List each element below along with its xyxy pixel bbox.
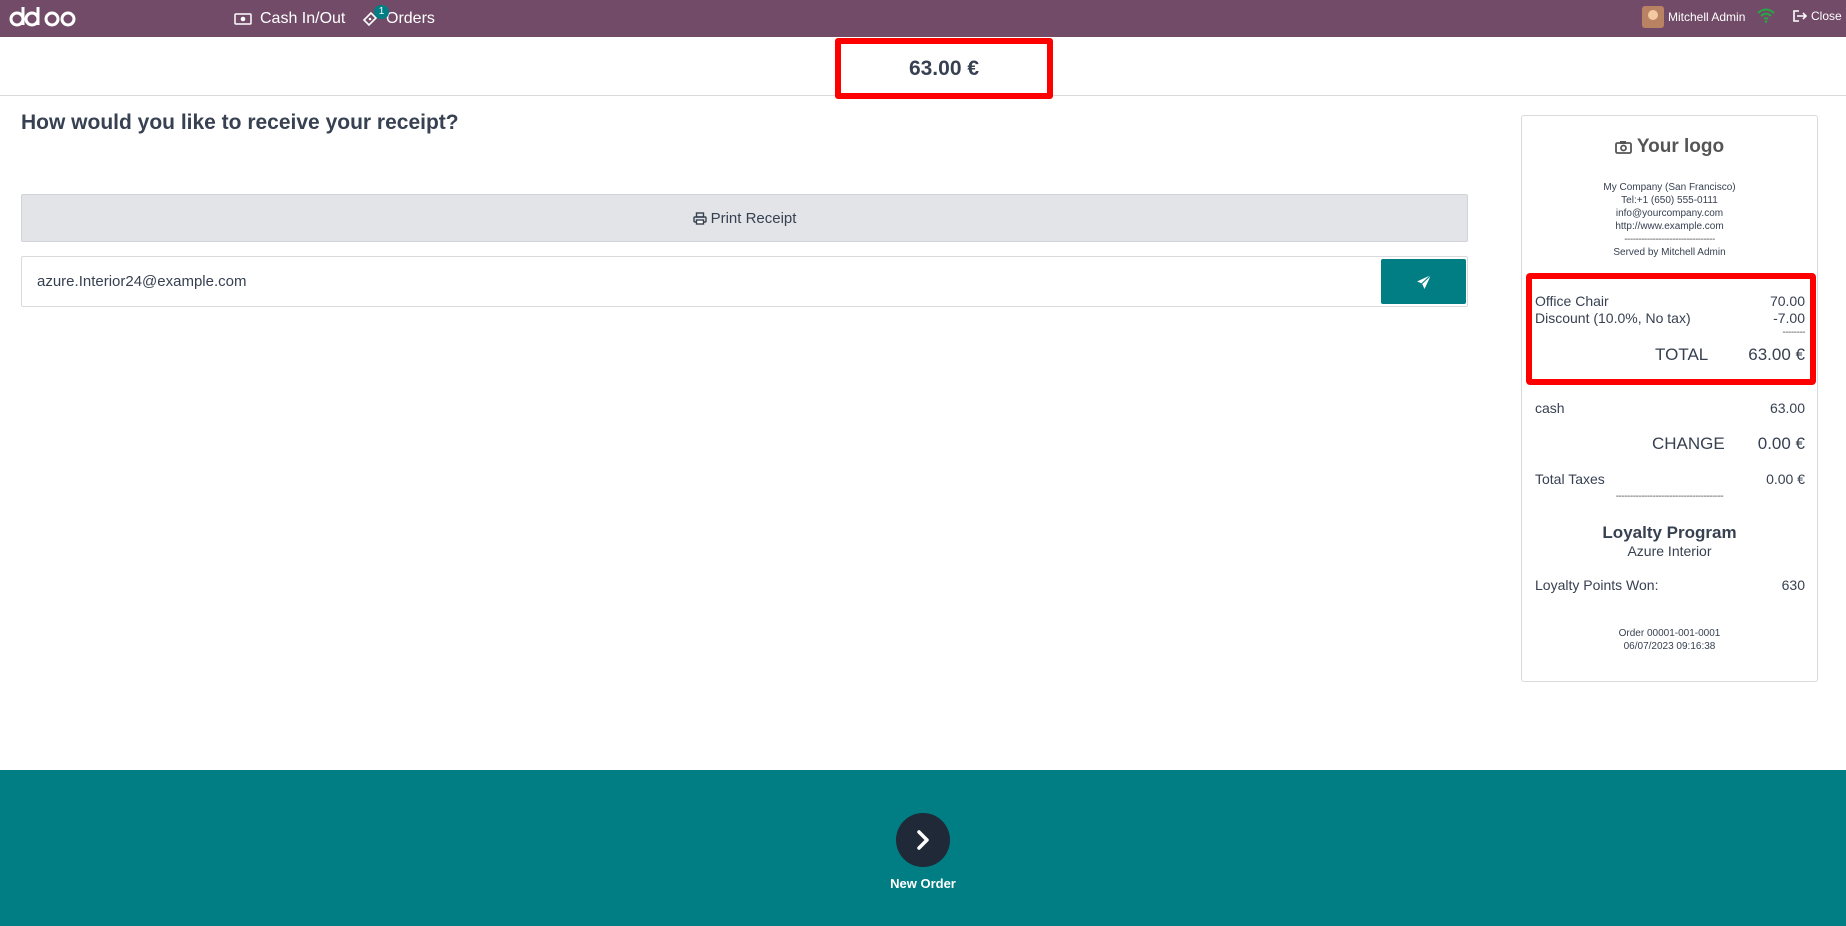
payment-row: cash 63.00 bbox=[1535, 400, 1805, 416]
new-order-label: New Order bbox=[890, 876, 956, 891]
taxes-value: 0.00 € bbox=[1766, 471, 1805, 487]
close-label: Close bbox=[1811, 9, 1842, 23]
chevron-right-icon bbox=[917, 830, 929, 850]
money-icon bbox=[234, 12, 252, 25]
order-total-amount: 63.00 € bbox=[835, 38, 1053, 99]
orders-button[interactable]: 1 Orders bbox=[362, 0, 435, 37]
company-tel: Tel:+1 (650) 555-0111 bbox=[1621, 195, 1718, 206]
change-label: CHANGE bbox=[1652, 434, 1725, 453]
served-by: Served by Mitchell Admin bbox=[1613, 247, 1726, 258]
order-lines-highlight bbox=[1526, 273, 1816, 385]
avatar bbox=[1642, 6, 1664, 28]
taxes-label: Total Taxes bbox=[1535, 471, 1605, 487]
receipt-question: How would you like to receive your recei… bbox=[21, 111, 459, 134]
orders-count-badge: 1 bbox=[374, 5, 389, 19]
print-receipt-button[interactable]: Print Receipt bbox=[21, 194, 1468, 242]
taxes-row: Total Taxes 0.00 € bbox=[1535, 471, 1805, 487]
loyalty-points-label: Loyalty Points Won: bbox=[1535, 577, 1659, 593]
company-email: info@yourcompany.com bbox=[1615, 208, 1724, 219]
change-value: 0.00 € bbox=[1757, 434, 1805, 453]
wifi-icon bbox=[1757, 8, 1775, 23]
company-name: My Company (San Francisco) bbox=[1603, 182, 1736, 193]
payment-method: cash bbox=[1535, 400, 1565, 416]
orders-label: Orders bbox=[386, 9, 435, 27]
order-date: 06/07/2023 09:16:38 bbox=[1623, 641, 1716, 652]
receipt-logo: Your logo bbox=[1522, 136, 1817, 158]
close-button[interactable]: Close bbox=[1793, 0, 1842, 32]
print-icon bbox=[692, 211, 707, 225]
loyalty-points-row: Loyalty Points Won: 630 bbox=[1535, 577, 1805, 593]
top-navbar: Cash In/Out 1 Orders Mitchell Admin Clos… bbox=[0, 0, 1846, 37]
receipt-preview: Your logo My Company (San Francisco) Tel… bbox=[1521, 115, 1818, 682]
camera-icon bbox=[1614, 140, 1632, 154]
company-website: http://www.example.com bbox=[1615, 221, 1724, 232]
loyalty-customer: Azure Interior bbox=[1627, 543, 1712, 559]
receipt-logo-text: Your logo bbox=[1636, 136, 1725, 157]
loyalty-title: Loyalty Program bbox=[1602, 523, 1737, 542]
paper-plane-icon bbox=[1416, 274, 1431, 289]
new-order-button[interactable] bbox=[896, 813, 950, 867]
email-input[interactable] bbox=[22, 257, 1379, 306]
odoo-logo[interactable] bbox=[8, 4, 78, 32]
send-email-button[interactable] bbox=[1381, 259, 1466, 304]
cash-in-out-label: Cash In/Out bbox=[260, 9, 346, 27]
order-reference: Order 00001-001-0001 bbox=[1618, 628, 1721, 639]
email-receipt-group bbox=[21, 256, 1468, 307]
company-separator: -------------------------------- bbox=[1624, 234, 1715, 245]
cash-in-out-button[interactable]: Cash In/Out bbox=[234, 0, 345, 37]
company-info: My Company (San Francisco) Tel:+1 (650) … bbox=[1522, 181, 1817, 259]
loyalty-points-value: 630 bbox=[1781, 577, 1805, 593]
taxes-separator: -------------------------------------- bbox=[1615, 491, 1724, 502]
change-row: CHANGE 0.00 € bbox=[1535, 434, 1805, 454]
sign-out-icon bbox=[1793, 10, 1807, 22]
user-name: Mitchell Admin bbox=[1668, 10, 1746, 24]
print-receipt-label: Print Receipt bbox=[710, 209, 797, 227]
user-menu[interactable]: Mitchell Admin bbox=[1642, 0, 1745, 34]
payment-amount: 63.00 bbox=[1769, 400, 1805, 416]
